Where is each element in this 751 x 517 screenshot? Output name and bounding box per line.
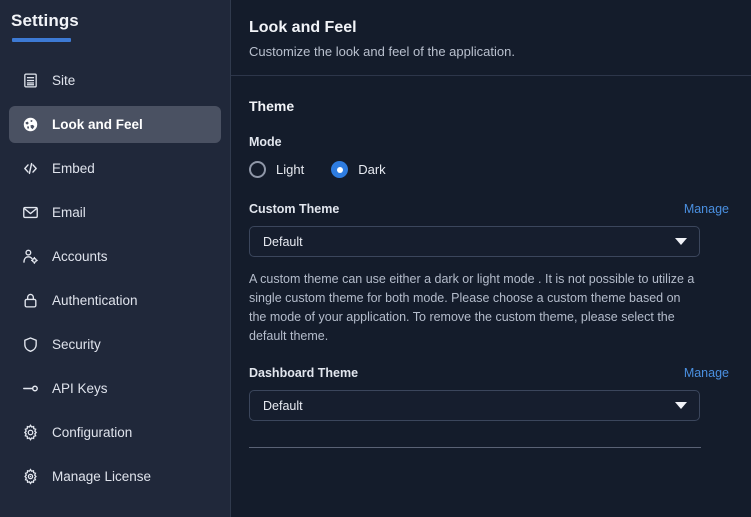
sidebar-item-label: Email <box>52 206 86 220</box>
theme-section: Theme Mode Light Dark Custom Theme Manag… <box>231 76 751 448</box>
sidebar-item-embed[interactable]: Embed <box>9 150 221 187</box>
gear-badge-icon <box>22 468 39 485</box>
code-icon <box>22 160 39 177</box>
radio-option-light[interactable]: Light <box>249 161 304 178</box>
gear-icon <box>22 424 39 441</box>
dashboard-theme-field-head: Dashboard Theme Manage <box>249 366 731 380</box>
sidebar-item-authentication[interactable]: Authentication <box>9 282 221 319</box>
sidebar-item-manage-license[interactable]: Manage License <box>9 458 221 495</box>
sidebar-item-label: Accounts <box>52 250 108 264</box>
theme-section-title: Theme <box>249 98 731 114</box>
title-accent-underline <box>12 38 71 42</box>
server-icon <box>22 72 39 89</box>
content-subtitle: Customize the look and feel of the appli… <box>249 44 731 59</box>
sidebar-item-accounts[interactable]: Accounts <box>9 238 221 275</box>
sidebar-item-label: API Keys <box>52 382 108 396</box>
content-title: Look and Feel <box>249 19 731 37</box>
content-header: Look and Feel Customize the look and fee… <box>231 0 751 76</box>
dashboard-theme-manage-link[interactable]: Manage <box>684 366 729 380</box>
chevron-down-icon <box>675 402 687 409</box>
sidebar-item-label: Configuration <box>52 426 132 440</box>
sidebar-item-site[interactable]: Site <box>9 62 221 99</box>
mode-radio-group: Light Dark <box>249 161 731 178</box>
radio-circle-dark <box>331 161 348 178</box>
sidebar-nav: Site Look and Feel <box>0 62 230 495</box>
globe-icon <box>22 116 39 133</box>
lock-icon <box>22 292 39 309</box>
dashboard-theme-label: Dashboard Theme <box>249 366 358 380</box>
custom-theme-select[interactable]: Default <box>249 226 700 257</box>
sidebar-item-security[interactable]: Security <box>9 326 221 363</box>
user-gear-icon <box>22 248 39 265</box>
key-icon <box>22 380 39 397</box>
radio-option-dark[interactable]: Dark <box>331 161 385 178</box>
settings-sidebar: Settings Site <box>0 0 231 517</box>
page-title: Settings <box>11 11 79 38</box>
radio-dot <box>337 167 343 173</box>
sidebar-item-label: Authentication <box>52 294 138 308</box>
dashboard-theme-select[interactable]: Default <box>249 390 700 421</box>
radio-label-light: Light <box>276 162 304 177</box>
sidebar-item-email[interactable]: Email <box>9 194 221 231</box>
shield-icon <box>22 336 39 353</box>
sidebar-item-label: Security <box>52 338 101 352</box>
dashboard-theme-selected-value: Default <box>263 399 303 413</box>
custom-theme-field-head: Custom Theme Manage <box>249 202 731 216</box>
radio-circle-light <box>249 161 266 178</box>
envelope-icon <box>22 204 39 221</box>
sidebar-header: Settings <box>0 11 230 42</box>
radio-label-dark: Dark <box>358 162 385 177</box>
chevron-down-icon <box>675 238 687 245</box>
sidebar-item-api-keys[interactable]: API Keys <box>9 370 221 407</box>
sidebar-item-configuration[interactable]: Configuration <box>9 414 221 451</box>
sidebar-item-label: Site <box>52 74 75 88</box>
sidebar-item-label: Embed <box>52 162 95 176</box>
main-content: Look and Feel Customize the look and fee… <box>231 0 751 517</box>
section-divider <box>249 447 701 448</box>
custom-theme-manage-link[interactable]: Manage <box>684 202 729 216</box>
sidebar-item-label: Manage License <box>52 470 151 484</box>
custom-theme-label: Custom Theme <box>249 202 339 216</box>
custom-theme-help-text: A custom theme can use either a dark or … <box>249 270 701 346</box>
custom-theme-selected-value: Default <box>263 235 303 249</box>
sidebar-item-look-and-feel[interactable]: Look and Feel <box>9 106 221 143</box>
sidebar-item-label: Look and Feel <box>52 118 143 132</box>
mode-label: Mode <box>249 135 731 149</box>
